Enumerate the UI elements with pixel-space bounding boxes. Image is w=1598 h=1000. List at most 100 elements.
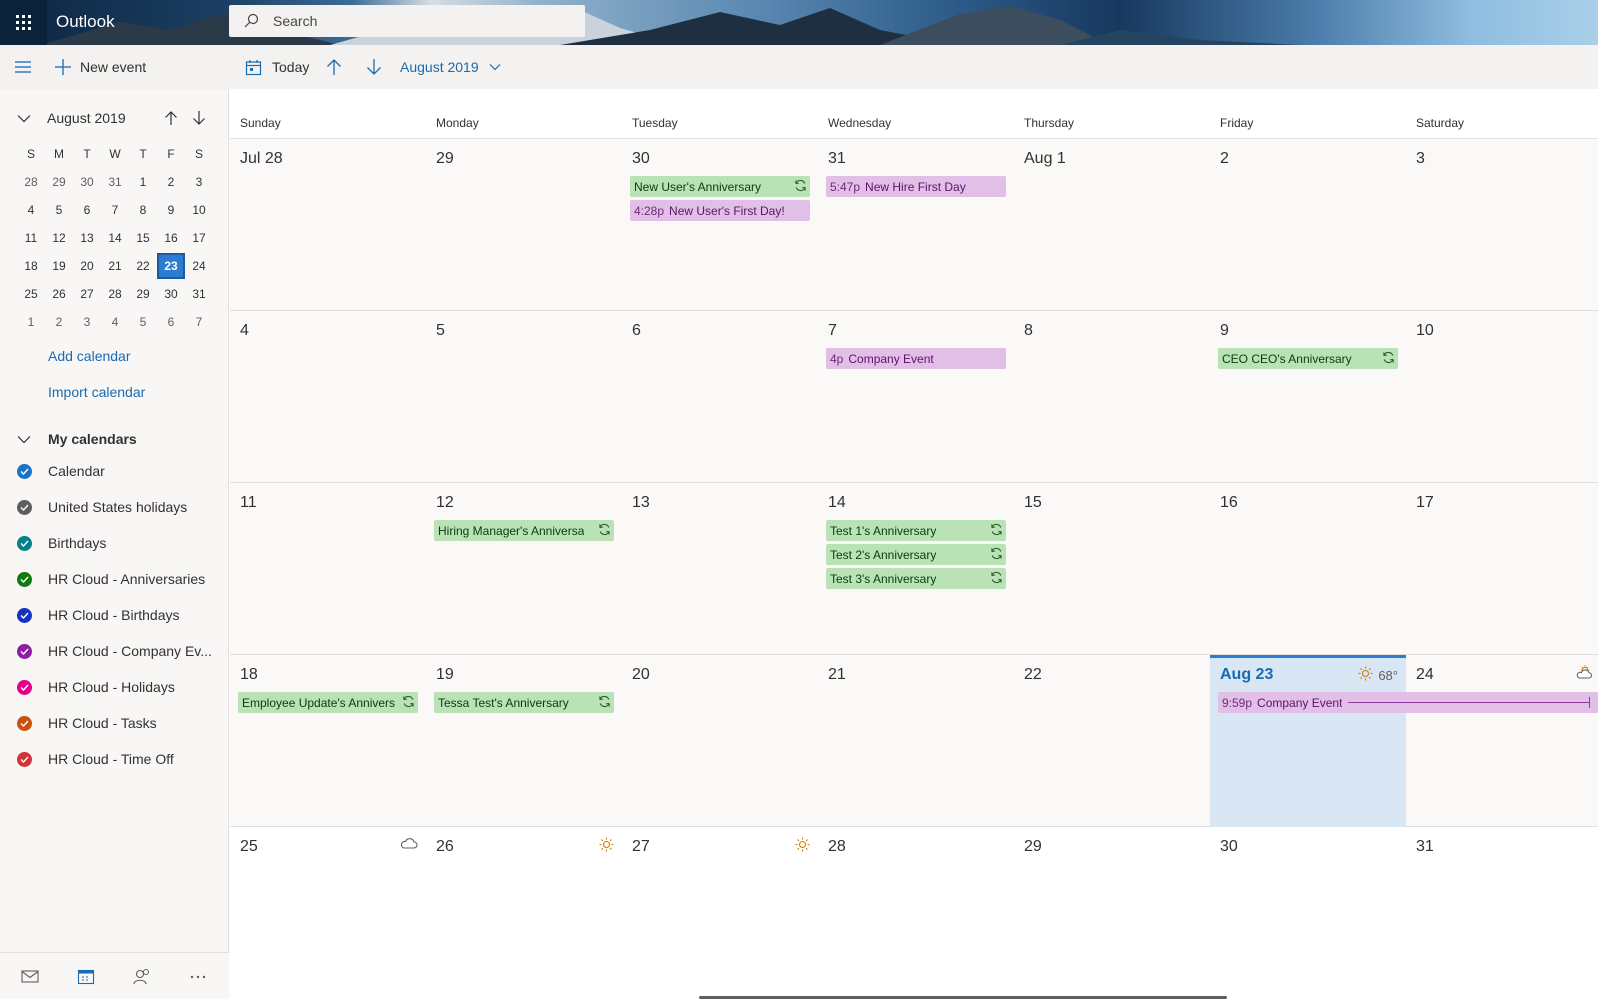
calendar-day-cell[interactable]: Jul 28 [230, 139, 426, 311]
calendar-list-item[interactable]: Calendar [0, 453, 229, 489]
calendar-day-cell[interactable]: 25 [230, 827, 426, 999]
calendar-list-item[interactable]: HR Cloud - Anniversaries [0, 561, 229, 597]
mini-calendar-day[interactable]: 2 [157, 175, 185, 189]
calendar-day-cell[interactable]: 28 [818, 827, 1014, 999]
calendar-event[interactable]: 9:59p Company Event [1218, 692, 1598, 713]
calendar-list-item[interactable]: HR Cloud - Birthdays [0, 597, 229, 633]
calendar-event[interactable]: CEO CEO's Anniversary [1218, 348, 1398, 369]
calendar-day-cell[interactable]: 22 [1014, 655, 1210, 827]
calendar-event[interactable]: New User's Anniversary [630, 176, 810, 197]
calendar-list-item[interactable]: HR Cloud - Holidays [0, 669, 229, 705]
calendar-day-cell[interactable]: 17 [1406, 483, 1598, 655]
calendar-day-cell[interactable]: 6 [622, 311, 818, 483]
checkmark-icon[interactable] [17, 607, 32, 623]
checkmark-icon[interactable] [17, 535, 32, 551]
calendar-list-item[interactable]: HR Cloud - Time Off [0, 741, 229, 777]
calendar-day-cell[interactable]: 16 [1210, 483, 1406, 655]
mini-calendar-day[interactable]: 16 [157, 231, 185, 245]
mini-calendar-day[interactable]: 7 [101, 203, 129, 217]
mini-calendar-day[interactable]: 29 [129, 287, 157, 301]
calendar-day-cell[interactable]: 18 [230, 655, 426, 827]
calendar-day-cell[interactable]: 7 [818, 311, 1014, 483]
mini-calendar-day[interactable]: 30 [73, 175, 101, 189]
calendar-list-item[interactable]: Birthdays [0, 525, 229, 561]
month-picker-button[interactable]: August 2019 [400, 45, 501, 89]
calendar-event[interactable]: Hiring Manager's Anniversa [434, 520, 614, 541]
mini-calendar-day[interactable]: 31 [185, 287, 213, 301]
weather-indicator[interactable] [599, 837, 614, 855]
calendar-event[interactable]: Tessa Test's Anniversary [434, 692, 614, 713]
arrow-up-icon[interactable] [164, 110, 178, 126]
calendar-day-cell[interactable]: 27 [622, 827, 818, 999]
mini-calendar-day[interactable]: 20 [73, 259, 101, 273]
mini-calendar-day[interactable]: 4 [17, 203, 45, 217]
weather-indicator[interactable] [1576, 665, 1594, 682]
checkmark-icon[interactable] [17, 643, 32, 659]
calendar-day-cell[interactable]: 26 [426, 827, 622, 999]
calendar-day-cell[interactable]: 9 [1210, 311, 1406, 483]
mini-calendar-day[interactable]: 28 [101, 287, 129, 301]
today-button[interactable]: Today [245, 45, 309, 89]
weather-indicator[interactable] [795, 837, 810, 855]
people-button[interactable] [114, 953, 170, 1000]
mini-calendar-day[interactable]: 18 [17, 259, 45, 273]
mini-calendar-day[interactable]: 12 [45, 231, 73, 245]
mini-calendar-day[interactable]: 31 [101, 175, 129, 189]
chevron-down-icon[interactable] [17, 114, 31, 123]
mini-calendar-day[interactable]: 14 [101, 231, 129, 245]
mini-calendar-day[interactable]: 29 [45, 175, 73, 189]
calendar-day-cell[interactable]: 15 [1014, 483, 1210, 655]
calendar-day-cell[interactable]: 8 [1014, 311, 1210, 483]
calendar-day-cell[interactable]: Aug 23 68° [1210, 655, 1406, 827]
calendar-event[interactable]: Test 1's Anniversary [826, 520, 1006, 541]
mini-calendar-day[interactable]: 8 [129, 203, 157, 217]
nav-toggle-button[interactable] [14, 45, 32, 89]
mini-calendar-day[interactable]: 6 [73, 203, 101, 217]
previous-month-button[interactable] [326, 45, 342, 89]
calendar-day-cell[interactable]: 19 [426, 655, 622, 827]
checkmark-icon[interactable] [17, 715, 32, 731]
mini-calendar-day[interactable]: 6 [157, 315, 185, 329]
mini-calendar-day[interactable]: 7 [185, 315, 213, 329]
mini-calendar-day[interactable]: 5 [45, 203, 73, 217]
checkmark-icon[interactable] [17, 571, 32, 587]
app-launcher-button[interactable] [0, 0, 47, 45]
calendar-day-cell[interactable]: 10 [1406, 311, 1598, 483]
mini-calendar-day[interactable]: 5 [129, 315, 157, 329]
calendar-day-cell[interactable]: 13 [622, 483, 818, 655]
mini-calendar-day[interactable]: 19 [45, 259, 73, 273]
calendar-event[interactable]: Employee Update's Annivers [238, 692, 418, 713]
calendar-day-cell[interactable]: 29 [1014, 827, 1210, 999]
calendar-day-cell[interactable]: Aug 1 [1014, 139, 1210, 311]
weather-indicator[interactable] [400, 837, 418, 852]
mini-calendar-day[interactable]: 3 [73, 315, 101, 329]
calendar-day-cell[interactable]: 24 [1406, 655, 1598, 827]
calendar-event[interactable]: 5:47p New Hire First Day [826, 176, 1006, 197]
mini-calendar-day[interactable]: 13 [73, 231, 101, 245]
mini-calendar-day[interactable]: 1 [129, 175, 157, 189]
mini-calendar-day[interactable]: 27 [73, 287, 101, 301]
mini-calendar-day[interactable]: 17 [185, 231, 213, 245]
new-event-button[interactable]: New event [54, 45, 146, 89]
next-month-button[interactable] [366, 45, 382, 89]
calendar-day-cell[interactable]: 2 [1210, 139, 1406, 311]
calendar-day-cell[interactable]: 29 [426, 139, 622, 311]
mini-calendar-day[interactable]: 2 [45, 315, 73, 329]
calendar-event[interactable]: 4:28p New User's First Day! [630, 200, 810, 221]
calendar-day-cell[interactable]: 21 [818, 655, 1014, 827]
mini-calendar-day[interactable]: 15 [129, 231, 157, 245]
checkmark-icon[interactable] [17, 751, 32, 767]
checkmark-icon[interactable] [17, 499, 32, 515]
mini-calendar-day[interactable]: 25 [17, 287, 45, 301]
mail-button[interactable] [2, 953, 58, 1000]
mini-calendar-day[interactable]: 26 [45, 287, 73, 301]
mini-calendar-day[interactable]: 30 [157, 287, 185, 301]
calendar-module-button[interactable] [58, 953, 114, 1000]
more-apps-button[interactable] [170, 953, 226, 1000]
mini-calendar-day[interactable]: 10 [185, 203, 213, 217]
calendar-day-cell[interactable]: 4 [230, 311, 426, 483]
calendar-day-cell[interactable]: 20 [622, 655, 818, 827]
import-calendar-link[interactable]: Import calendar [48, 384, 145, 400]
mini-calendar-day[interactable]: 24 [185, 259, 213, 273]
mini-calendar-day[interactable]: 1 [17, 315, 45, 329]
